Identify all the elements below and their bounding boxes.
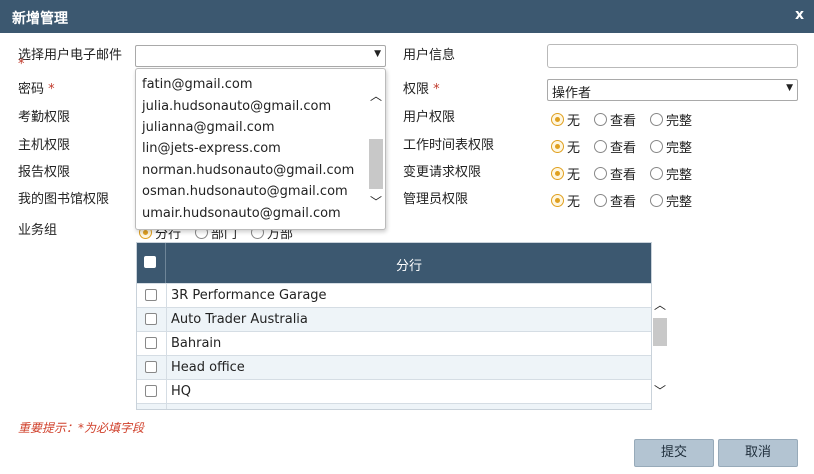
password-required-mark: * xyxy=(48,82,55,97)
row-name: KL xyxy=(171,408,187,409)
radio-checked[interactable] xyxy=(551,113,564,126)
user-permission-view[interactable]: 查看 xyxy=(594,110,636,129)
email-dropdown-list[interactable]: fatin@gmail.com julia.hudsonauto@gmail.c… xyxy=(135,68,386,230)
timesheet-view[interactable]: 查看 xyxy=(594,137,636,156)
row-checkbox[interactable] xyxy=(145,361,157,373)
admin-none[interactable]: 无 xyxy=(551,191,580,210)
email-required-mark: * xyxy=(18,57,25,72)
radio[interactable] xyxy=(650,113,664,126)
radio[interactable] xyxy=(594,167,608,180)
row-name: Head office xyxy=(171,360,245,375)
row-name: Auto Trader Australia xyxy=(171,312,308,327)
radio[interactable] xyxy=(650,167,664,180)
permission-label: 权限 * xyxy=(403,82,440,97)
password-label: 密码 * xyxy=(18,82,55,97)
chevron-down-icon[interactable]: ﹀ xyxy=(369,193,383,210)
table-row[interactable]: 3R Performance Garage xyxy=(137,283,651,308)
chevron-down-icon[interactable]: ﹀ xyxy=(653,382,667,399)
user-info-input[interactable] xyxy=(547,44,798,68)
close-icon[interactable]: x xyxy=(795,7,804,23)
required-hint: 重要提示：*为必填字段 xyxy=(18,421,145,435)
admin-full[interactable]: 完整 xyxy=(650,191,692,210)
caret-down-icon: ▼ xyxy=(786,83,793,93)
row-name: Bahrain xyxy=(171,336,222,351)
row-checkbox[interactable] xyxy=(145,385,157,397)
email-option[interactable]: julia.hudsonauto@gmail.com xyxy=(142,99,331,114)
library-label: 我的图书馆权限 xyxy=(18,192,110,207)
radio[interactable] xyxy=(594,140,608,153)
row-checkbox[interactable] xyxy=(145,337,157,349)
radio[interactable] xyxy=(650,194,664,207)
table-row[interactable]: Head office xyxy=(137,355,651,380)
row-checkbox[interactable] xyxy=(145,409,157,410)
scrollbar-thumb[interactable] xyxy=(369,139,383,189)
user-permission-label: 用户权限 xyxy=(403,110,456,125)
table-row[interactable]: KL xyxy=(137,403,651,410)
email-option[interactable]: osman.hudsonauto@gmail.com xyxy=(142,184,348,199)
permission-select-value: 操作者 xyxy=(552,86,592,101)
change-request-none[interactable]: 无 xyxy=(551,164,580,183)
select-all-cell xyxy=(137,243,166,283)
dropdown-scrollbar[interactable]: ︿ ﹀ xyxy=(369,77,383,223)
table-row[interactable]: Auto Trader Australia xyxy=(137,307,651,332)
email-option[interactable]: lin@jets-express.com xyxy=(142,141,281,156)
row-checkbox[interactable] xyxy=(145,313,157,325)
user-info-label: 用户信息 xyxy=(403,48,456,63)
table-row[interactable]: HQ xyxy=(137,379,651,404)
chevron-up-icon[interactable]: ︿ xyxy=(369,87,383,104)
radio[interactable] xyxy=(594,113,608,126)
dialog-titlebar: 新增管理 x xyxy=(0,0,814,33)
user-permission-none[interactable]: 无 xyxy=(551,110,580,129)
row-name: 3R Performance Garage xyxy=(171,288,327,303)
timesheet-full[interactable]: 完整 xyxy=(650,137,692,156)
radio[interactable] xyxy=(650,140,664,153)
report-label: 报告权限 xyxy=(18,165,71,180)
radio-checked[interactable] xyxy=(551,140,564,153)
row-name: HQ xyxy=(171,384,192,399)
admin-view[interactable]: 查看 xyxy=(594,191,636,210)
user-permission-full[interactable]: 完整 xyxy=(650,110,692,129)
email-option[interactable]: norman.hudsonauto@gmail.com xyxy=(142,163,354,178)
timesheet-radios: 无 查看 完整 xyxy=(551,137,706,156)
scrollbar-thumb[interactable] xyxy=(653,318,667,346)
change-request-label: 变更请求权限 xyxy=(403,165,482,180)
radio[interactable] xyxy=(594,194,608,207)
host-label: 主机权限 xyxy=(18,138,71,153)
email-option[interactable]: fatin@gmail.com xyxy=(142,77,253,92)
permission-required-mark: * xyxy=(433,82,440,97)
caret-down-icon: ▼ xyxy=(374,49,381,59)
table-header-title: 分行 xyxy=(395,259,422,274)
change-request-full[interactable]: 完整 xyxy=(650,164,692,183)
email-option[interactable]: julianna@gmail.com xyxy=(142,120,275,135)
chevron-up-icon[interactable]: ︿ xyxy=(653,296,667,313)
admin-label: 管理员权限 xyxy=(403,192,469,207)
email-label: 选择用户电子邮件 xyxy=(18,48,123,63)
row-checkbox[interactable] xyxy=(145,289,157,301)
table-scrollbar[interactable]: ︿ ﹀ xyxy=(652,296,668,400)
business-group-label: 业务组 xyxy=(18,223,58,238)
table-header: 分行 xyxy=(137,243,651,283)
attendance-label: 考勤权限 xyxy=(18,110,71,125)
change-request-radios: 无 查看 完整 xyxy=(551,164,706,183)
timesheet-none[interactable]: 无 xyxy=(551,137,580,156)
table-row[interactable]: Bahrain xyxy=(137,331,651,356)
timesheet-label: 工作时间表权限 xyxy=(403,138,495,153)
change-request-view[interactable]: 查看 xyxy=(594,164,636,183)
admin-radios: 无 查看 完整 xyxy=(551,191,706,210)
radio-checked[interactable] xyxy=(551,167,564,180)
dialog-title: 新增管理 xyxy=(12,11,68,27)
permission-select[interactable]: 操作者 ▼ xyxy=(547,79,798,101)
radio-checked[interactable] xyxy=(551,194,564,207)
select-all-checkbox[interactable] xyxy=(144,256,156,268)
email-select[interactable]: ▼ xyxy=(135,45,386,67)
user-permission-radios: 无 查看 完整 xyxy=(551,110,706,129)
cancel-button[interactable]: 取消 xyxy=(718,439,798,467)
branch-table: 分行 3R Performance Garage Auto Trader Aus… xyxy=(136,242,652,410)
submit-button[interactable]: 提交 xyxy=(634,439,714,467)
email-option[interactable]: umair.hudsonauto@gmail.com xyxy=(142,206,341,221)
